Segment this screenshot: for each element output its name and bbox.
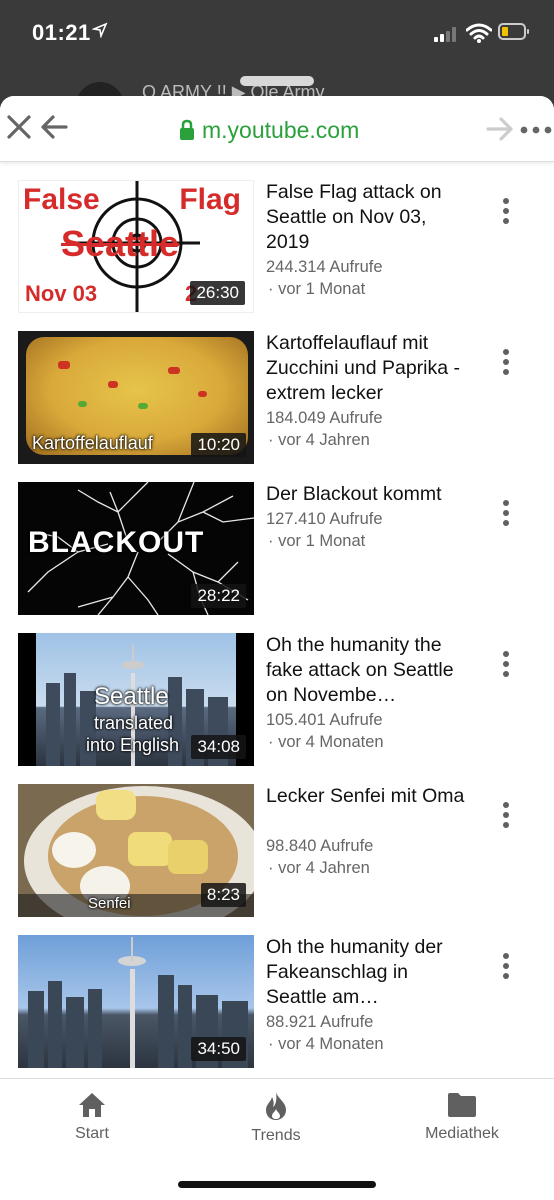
video-item[interactable]: Seattle translated into English 34:08 Oh… (0, 633, 554, 784)
thumb-caption: Kartoffelauflauf (32, 433, 153, 453)
folder-icon (448, 1093, 476, 1117)
thumb-text-seattle: Seattle (94, 683, 169, 710)
video-menu-icon[interactable] (500, 651, 512, 677)
video-views: 244.314 Aufrufe (266, 258, 383, 276)
video-item[interactable]: BLACKOUT 28:22 Der Blackout kommt 127.41… (0, 482, 554, 633)
video-thumbnail[interactable]: 34:50 (18, 935, 254, 1068)
video-thumbnail[interactable]: Senfei 8:23 (18, 784, 254, 917)
thumb-text-date: Nov 03 (25, 281, 98, 306)
battery-icon (498, 23, 529, 40)
home-indicator[interactable] (178, 1181, 376, 1188)
video-duration: 34:50 (191, 1037, 246, 1061)
nav-label-mediathek: Mediathek (425, 1125, 499, 1142)
video-title[interactable]: Kartoffelauflauf mit Zucchini und Paprik… (266, 331, 474, 406)
url-host: m.youtube.com (202, 116, 360, 143)
video-views: 88.921 Aufrufe (266, 1013, 374, 1031)
video-views: 98.840 Aufrufe (266, 837, 374, 855)
video-thumbnail[interactable]: BLACKOUT 28:22 (18, 482, 254, 615)
video-title[interactable]: False Flag attack on Seattle on Nov 03, … (266, 180, 474, 255)
nav-item-trends[interactable]: Trends (216, 1091, 336, 1145)
location-arrow-icon (92, 22, 108, 38)
more-options-icon[interactable] (520, 126, 552, 134)
video-duration: 8:23 (200, 883, 246, 907)
video-menu-icon[interactable] (500, 349, 512, 375)
thumb-caption: Senfei (88, 895, 131, 912)
thumb-text-english: into English (86, 735, 180, 755)
video-list: False Flag Seattle Nov 03 2 26:30 False … (0, 180, 554, 1086)
forward-arrow-icon[interactable] (486, 116, 514, 142)
video-menu-icon[interactable] (500, 802, 512, 828)
back-arrow-icon[interactable] (40, 114, 68, 140)
thumb-text-translated: translated (94, 713, 174, 733)
video-views: 127.410 Aufrufe (266, 510, 383, 528)
video-age: · vor 4 Monaten (268, 1035, 384, 1053)
flame-icon (266, 1092, 286, 1120)
video-item[interactable]: Kartoffelauflauf 10:20 Kartoffelauflauf … (0, 331, 554, 482)
browser-toolbar: m.youtube.com (0, 96, 554, 162)
video-duration: 10:20 (191, 433, 246, 457)
wifi-icon (466, 23, 492, 43)
video-title[interactable]: Oh the humanity the fake attack on Seatt… (266, 633, 474, 708)
nav-label-start: Start (75, 1125, 109, 1142)
video-thumbnail[interactable]: False Flag Seattle Nov 03 2 26:30 (18, 180, 254, 313)
video-menu-icon[interactable] (500, 500, 512, 526)
video-item[interactable]: Senfei 8:23 Lecker Senfei mit Oma 98.840… (0, 784, 554, 935)
video-menu-icon[interactable] (500, 198, 512, 224)
video-duration: 34:08 (191, 735, 246, 759)
browser-sheet: m.youtube.com False Flag Seattle Nov 03 … (0, 96, 554, 1200)
status-bar: 01:21 (0, 0, 554, 70)
video-item[interactable]: 34:50 Oh the humanity der Fakeanschlag i… (0, 935, 554, 1086)
nav-item-start[interactable]: Start (32, 1091, 152, 1143)
video-views: 184.049 Aufrufe (266, 409, 383, 427)
video-age: · vor 1 Monat (268, 532, 366, 550)
video-duration: 26:30 (190, 281, 245, 305)
lock-icon (180, 119, 194, 140)
video-duration: 28:22 (191, 584, 246, 608)
status-time: 01:21 (32, 20, 91, 45)
video-item[interactable]: False Flag Seattle Nov 03 2 26:30 False … (0, 180, 554, 331)
home-icon (79, 1093, 105, 1117)
video-title[interactable]: Oh the humanity der Fakeanschlag in Seat… (266, 935, 474, 1010)
video-age: · vor 4 Monaten (268, 733, 384, 751)
video-age: · vor 1 Monat (268, 280, 366, 298)
video-menu-icon[interactable] (500, 953, 512, 979)
sheet-grab-handle[interactable] (240, 76, 314, 86)
close-icon[interactable] (6, 114, 32, 140)
thumb-text-seattle: Seattle (61, 223, 180, 264)
nav-item-mediathek[interactable]: Mediathek (402, 1091, 522, 1143)
thumb-text-flag: Flag (179, 183, 241, 216)
video-age: · vor 4 Jahren (268, 859, 370, 877)
video-views: 105.401 Aufrufe (266, 711, 383, 729)
video-title[interactable]: Der Blackout kommt (266, 482, 474, 507)
nav-label-trends: Trends (251, 1127, 301, 1144)
video-thumbnail[interactable]: Seattle translated into English 34:08 (18, 633, 254, 766)
cellular-signal-icon (434, 26, 460, 42)
url-display[interactable]: m.youtube.com (178, 116, 359, 144)
video-thumbnail[interactable]: Kartoffelauflauf 10:20 (18, 331, 254, 464)
video-age: · vor 4 Jahren (268, 431, 370, 449)
video-title[interactable]: Lecker Senfei mit Oma (266, 784, 474, 809)
thumb-text-false: False (23, 183, 100, 216)
thumb-caption: BLACKOUT (28, 526, 205, 559)
